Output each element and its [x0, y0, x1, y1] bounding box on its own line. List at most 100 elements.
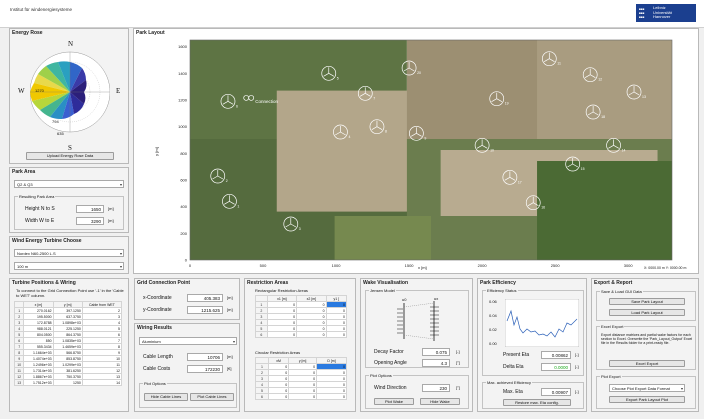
height-field[interactable]: 1650 — [76, 205, 104, 213]
cable-costs-field[interactable]: 172230 — [187, 365, 223, 373]
wiring-results-title: Wiring Results — [137, 325, 172, 331]
export-park-layout-plot-button[interactable]: Export Park Layout Plot — [609, 396, 685, 403]
jensen-model-diagram — [397, 301, 439, 341]
table-cell[interactable]: 1250 — [52, 379, 83, 386]
table-cell[interactable]: 1.7512e+03 — [23, 379, 54, 386]
circ-restriction-table[interactable]: xM y [m] D [m] 100020003000400050006000 — [254, 357, 347, 400]
plot-cable-lines-button[interactable]: Plot Cable Lines — [190, 393, 234, 401]
y-tick-label: 400 — [180, 204, 187, 209]
restriction-areas-title: Restriction Areas — [247, 280, 289, 286]
present-eta-unit: [-] — [575, 352, 579, 357]
field-area — [334, 216, 431, 260]
delta-eta-unit: [-] — [575, 364, 579, 369]
turbine-positions-table[interactable]: x [m] y [m] Cable from WET 1 270.0162 397.12… — [13, 301, 123, 386]
y-coordinate-label: y-Coordinate — [143, 307, 172, 313]
institute-logo: Institut für windenergiesysteme — [10, 7, 80, 17]
table-cell[interactable]: 0 — [268, 393, 290, 400]
opening-angle-field[interactable]: 4.3 — [422, 359, 450, 367]
table-row[interactable]: 6000 — [254, 393, 347, 400]
turbine-choose-panel: Wind Energy Turbine Choose Nordex N60-25… — [9, 236, 129, 274]
logo-text: Institut für windenergiesysteme — [10, 7, 73, 12]
y-coordinate-field[interactable]: 1215.625 — [187, 306, 223, 314]
turbine-label: 5 — [337, 76, 339, 80]
layout-xlabel: x [m] — [418, 265, 427, 270]
hub-height-select[interactable]: 100 m ▾ — [14, 262, 124, 270]
cable-material-select[interactable]: Aluminium ▾ — [139, 337, 237, 345]
y-unit: [m] — [227, 307, 233, 312]
plot-options-group: Plot Options Hide Cable Lines Plot Cable… — [139, 381, 237, 408]
export-title: Export & Report — [594, 280, 633, 286]
wake-plot-options-group: Plot Options Wind Direction 230 [°] Plot… — [365, 373, 469, 409]
x-coordinate-label: x-Coordinate — [143, 295, 172, 301]
height-unit: [m] — [108, 206, 114, 211]
max-efficiency-group: Max. achieved Efficiency Max. Eta 0.0090… — [482, 380, 584, 409]
table-row[interactable]: 6000 — [255, 331, 348, 338]
turbine-label: 4 — [348, 135, 350, 139]
grid-connection-panel: Grid Connection Point x-Coordinate 405.3… — [134, 278, 240, 320]
university-logo: ■■■ ■■■ ■■■ Leibniz Universität Hannover — [636, 4, 696, 22]
uni-logo-mark: ■■■ ■■■ ■■■ — [639, 7, 645, 19]
save-load-group: Save & Load GUI Data Save Park Layout Lo… — [596, 289, 696, 321]
chevron-down-icon: ▾ — [119, 182, 122, 187]
table-row[interactable]: 13 1.7512e+03 1250 14 — [13, 379, 123, 386]
table-cell[interactable]: 0 — [325, 331, 348, 338]
plot-options-title: Plot Options — [143, 381, 167, 386]
table-cell[interactable]: 0 — [296, 331, 327, 338]
x-coordinate-field[interactable]: 405.383 — [187, 294, 223, 302]
width-field[interactable]: 3290 — [76, 217, 104, 225]
plot-export-group: Plot Export Choose Plot Export Data Form… — [596, 374, 696, 409]
upload-energy-rose-button[interactable]: Upload Energy Rose Data — [26, 152, 114, 160]
restore-max-eta-button[interactable]: Restore max. Eta config. — [503, 399, 571, 406]
y-tick-label: 1000 — [178, 124, 188, 129]
grid-connection-title: Grid Connection Point — [137, 280, 191, 286]
table-cell[interactable]: 14 — [81, 379, 123, 386]
hide-wake-button[interactable]: Hide Wake — [420, 398, 460, 405]
park-layout-plot[interactable]: 0 500 1000 1500 2000 2500 3000 0 200 400 600 800 100… — [134, 29, 698, 273]
turbine-label: 20 — [417, 71, 421, 75]
turbine-label: 18 — [601, 115, 605, 119]
park-layout-panel: Park Layout 0 500 1000 1500 2000 2500 3000 0 200… — [133, 28, 699, 274]
table-cell[interactable]: 0 — [316, 393, 347, 400]
plot-format-select[interactable]: Choose Plot Export Data Format ▾ — [609, 384, 685, 392]
turbine-model-select[interactable]: Nordex N60-2500 L.S ▾ — [14, 249, 124, 257]
excel-export-button[interactable]: Excel Export — [609, 360, 685, 367]
park-area-select[interactable]: Q2 & Q3 ▾ — [14, 180, 124, 188]
x-tick-label: 3000 — [624, 263, 634, 268]
turbine-label: 8 — [385, 130, 387, 134]
load-park-layout-button[interactable]: Load Park Layout — [609, 309, 685, 316]
table-cell[interactable]: 0 — [266, 331, 298, 338]
row-number: 6 — [254, 393, 270, 400]
wake-plot-options-title: Plot Options — [369, 373, 393, 378]
hide-cable-lines-button[interactable]: Hide Cable Lines — [144, 393, 188, 401]
x-tick-label: 500 — [260, 263, 267, 268]
connection-label: Connection — [255, 99, 278, 104]
rect-restriction-table[interactable]: x1 [m] x2 [m] y1 [ 10002000300040005000600… — [255, 295, 348, 338]
y-tick-label: 1200 — [178, 98, 188, 103]
y-tick-label: 1400 — [178, 71, 188, 76]
wake-title: Wake Visualisation — [363, 280, 409, 286]
max-efficiency-title: Max. achieved Efficiency — [486, 380, 532, 385]
save-park-layout-button[interactable]: Save Park Layout — [609, 298, 685, 305]
max-eta-label: Max. Eta — [503, 389, 523, 395]
plot-wake-button[interactable]: Plot Wake — [374, 398, 414, 405]
x-tick-label: 2500 — [551, 263, 561, 268]
turbine-positions-note: To connect to the Grid Connection Point … — [16, 288, 124, 298]
rose-ring-label: 794 — [52, 119, 59, 124]
decay-factor-field[interactable]: 0.075 — [422, 348, 450, 356]
export-report-panel: Export & Report Save & Load GUI Data Sav… — [591, 278, 699, 412]
eff-y-tick: 0.06 — [489, 299, 497, 304]
cable-length-unit: [m] — [227, 354, 233, 359]
turbine-label: 13 — [642, 95, 646, 99]
turbine-label: 9 — [424, 136, 426, 140]
rose-dir-s: S — [68, 144, 72, 152]
table-cell[interactable]: 0 — [288, 393, 318, 400]
x-unit: [m] — [227, 295, 233, 300]
field-area — [537, 40, 672, 139]
energy-rose-panel: Energy Rose N S W E 1270 794 635 Upload … — [9, 28, 129, 164]
resulting-park-area-title: Resulting Park Area — [18, 194, 56, 199]
row-number: 6 — [255, 331, 268, 338]
field-area — [537, 161, 672, 260]
cable-length-field[interactable]: 10706 — [187, 353, 223, 361]
turbine-label: 1 — [237, 204, 239, 208]
wind-direction-field[interactable]: 230 — [422, 384, 450, 392]
